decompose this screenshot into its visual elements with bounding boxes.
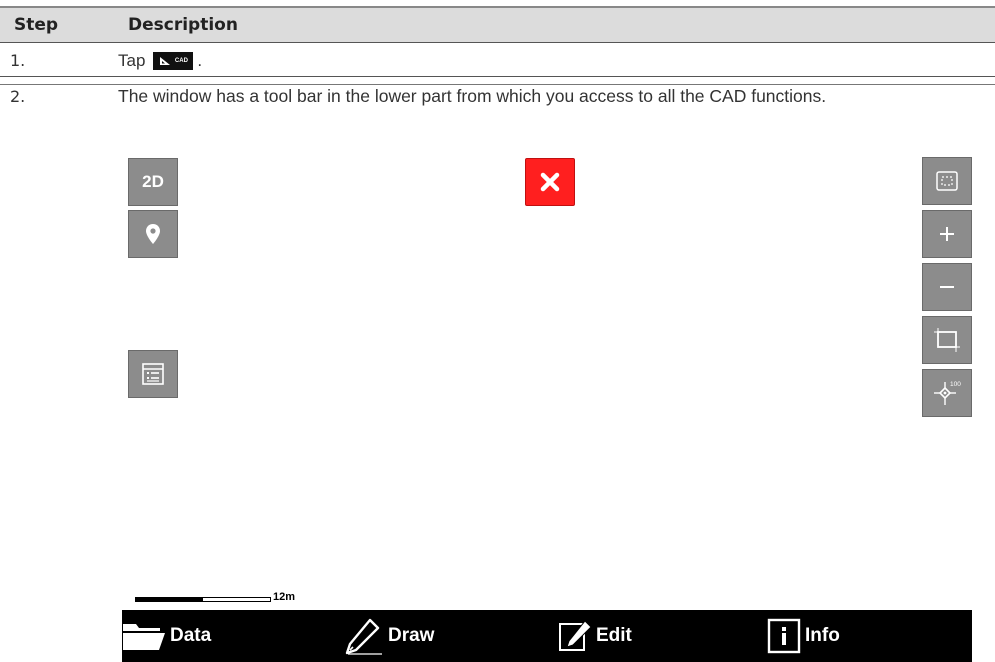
center-zoom-label: 100 [950,381,961,388]
table-header: Step Description [0,8,995,42]
zoom-window-button[interactable] [922,316,972,364]
folder-icon [123,624,165,650]
toolbar-data-label: Data [170,625,212,646]
scale-bar-white [203,597,271,602]
zoom-in-button[interactable] [922,210,972,258]
set-square-icon [159,57,170,65]
zoom-window-icon [934,328,960,352]
scale-bar-label: 12m [273,591,296,603]
cad-button-label: CAD [174,58,188,64]
row-rule-1 [0,76,995,77]
toolbar-info-button[interactable]: Info [767,610,840,662]
header-step: Step [14,15,59,35]
zoom-extent-button[interactable] [922,157,972,205]
row-rule-2 [0,84,995,85]
step-number-1: 1. [10,51,26,70]
list-icon [142,363,164,385]
close-icon [540,172,560,192]
minus-icon [940,286,954,288]
toolbar-draw-label: Draw [388,625,435,646]
header-description: Description [128,15,238,35]
tap-text: Tap [118,51,146,70]
header-rule [0,42,995,43]
map-pin-icon [146,224,160,244]
cad-button[interactable]: CAD [153,52,194,70]
step-number-2: 2. [10,87,26,106]
edit-icon [559,620,592,651]
step-description-2: The window has a tool bar in the lower p… [118,86,827,106]
bottom-toolbar: Data Draw Edit Info [122,610,972,662]
crosshair-icon: 100 [934,381,961,405]
close-button[interactable] [525,158,575,206]
period-text: . [197,51,203,70]
toolbar-info-label: Info [805,625,840,646]
layer-list-button[interactable] [128,350,178,398]
info-icon [767,618,801,654]
toolbar-draw-button[interactable]: Draw [344,610,434,662]
2d-mode-button[interactable]: 2D [128,158,178,206]
scale-bar-black [135,597,203,602]
toolbar-edit-button[interactable]: Edit [558,610,632,662]
zoom-extent-icon [936,171,958,191]
zoom-out-button[interactable] [922,263,972,311]
step-description-1: Tap CAD . [118,51,202,71]
pencil-icon [345,618,382,655]
plus-icon [940,227,954,241]
location-pin-button[interactable] [128,210,178,258]
center-zoom-button[interactable]: 100 [922,369,972,417]
toolbar-data-button[interactable]: Data [122,610,211,662]
toolbar-edit-label: Edit [596,625,632,646]
2d-mode-label: 2D [142,172,164,191]
